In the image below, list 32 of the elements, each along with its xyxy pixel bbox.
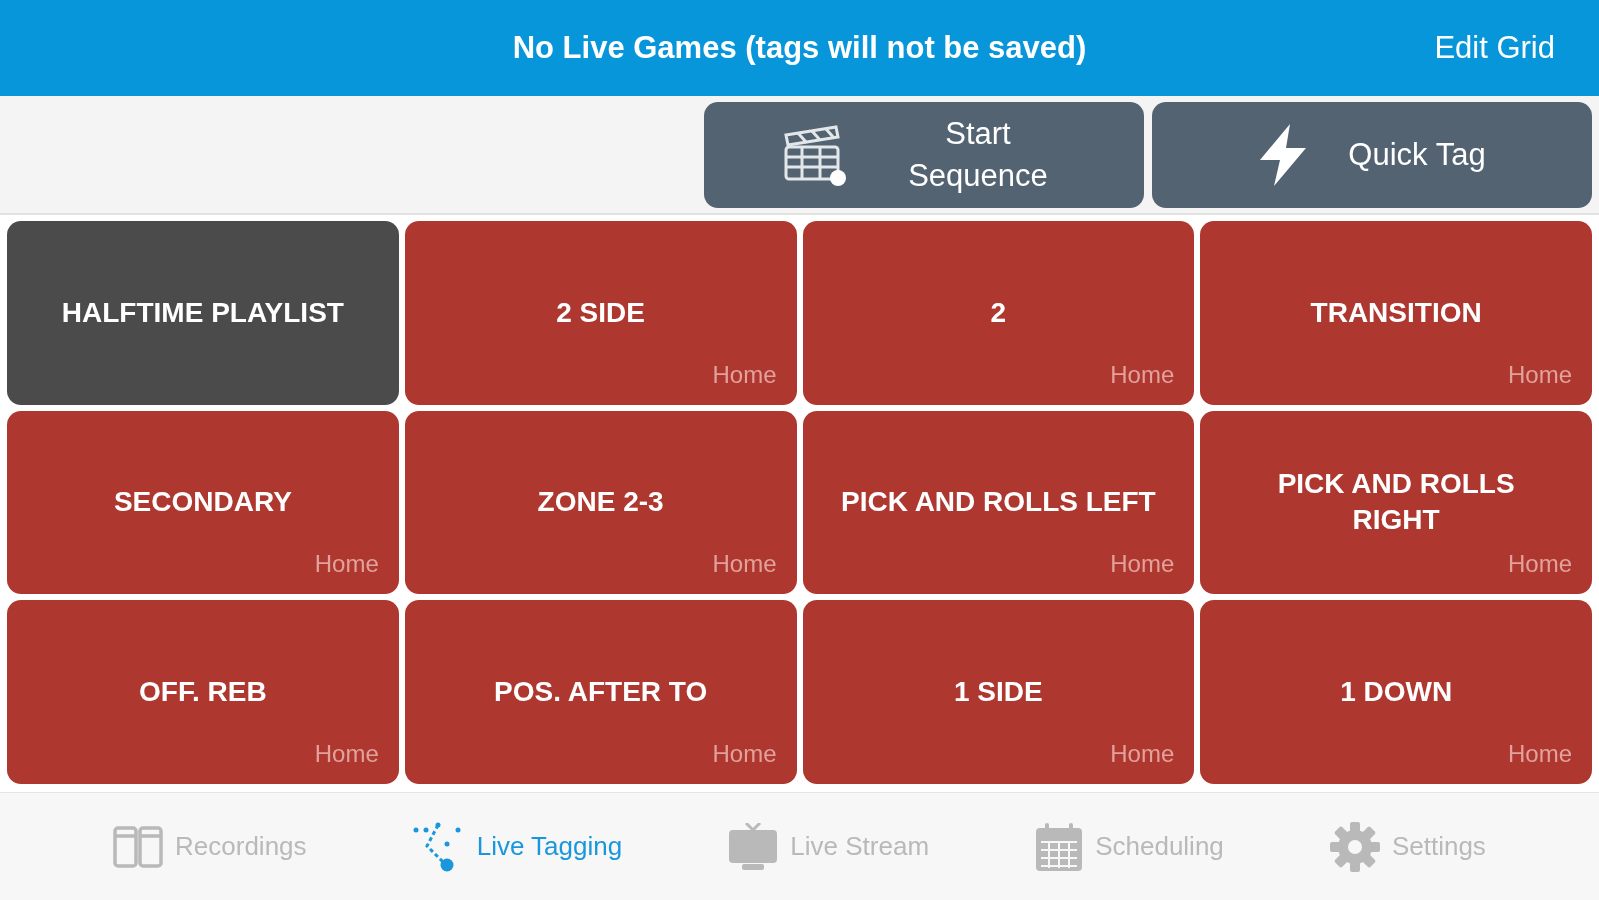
tag-tile[interactable]: 2 SIDE Home — [404, 221, 797, 405]
team-label: Home — [712, 549, 777, 580]
header-title: No Live Games (tags will not be saved) — [512, 28, 1087, 67]
team-label: Home — [1110, 739, 1175, 769]
tag-tile[interactable]: 2 Home — [802, 221, 1195, 405]
team-label: Home — [1507, 359, 1572, 390]
tv-icon — [728, 822, 779, 871]
team-label: Home — [1507, 549, 1572, 580]
playlist-tile[interactable]: HALFTIME PLAYLIST — [7, 221, 399, 405]
team-label: Home — [1110, 359, 1175, 390]
team-label: Home — [314, 739, 379, 769]
split-panels-icon — [113, 825, 164, 868]
tag-tile[interactable]: OFF. REB Home — [7, 600, 399, 784]
team-label: Home — [1507, 739, 1572, 769]
tag-tile[interactable]: SECONDARY Home — [7, 410, 399, 595]
tag-tile[interactable]: PICK AND ROLLS LEFT Home — [802, 410, 1195, 595]
quick-tag-button[interactable]: Quick Tag — [1152, 101, 1592, 208]
tag-tile[interactable]: POS. AFTER TO Home — [404, 600, 797, 784]
calendar-icon — [1035, 821, 1084, 872]
team-label: Home — [712, 359, 777, 390]
team-label: Home — [712, 739, 777, 769]
team-label: Home — [314, 549, 379, 580]
tag-tile[interactable]: 1 DOWN Home — [1200, 600, 1592, 784]
tag-tile[interactable]: TRANSITION Home — [1200, 221, 1592, 405]
lightning-bolt-icon — [1258, 123, 1309, 186]
tag-tile[interactable]: 1 SIDE Home — [802, 600, 1195, 784]
edit-grid-button[interactable]: Edit Grid — [1434, 24, 1555, 72]
tag-tile[interactable]: PICK AND ROLLS RIGHT Home — [1200, 410, 1592, 595]
team-label: Home — [1110, 549, 1175, 580]
settings-icon — [1329, 821, 1380, 872]
tag-tile[interactable]: ZONE 2-3 Home — [404, 410, 797, 595]
start-sequence-button[interactable]: Start Sequence — [704, 101, 1144, 208]
